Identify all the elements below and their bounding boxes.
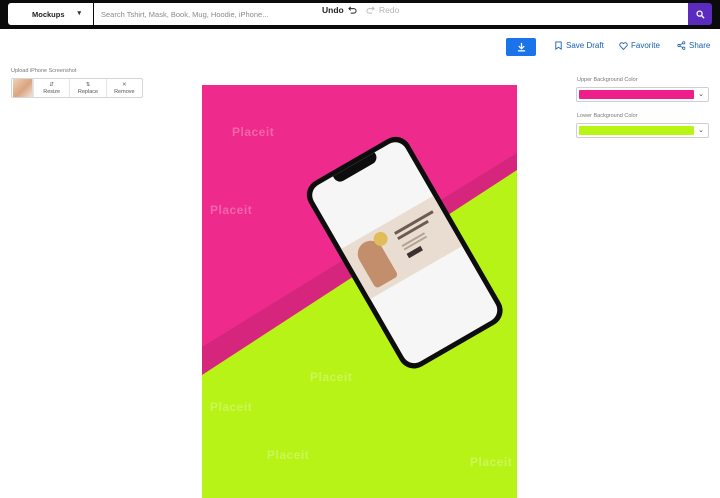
lower-color-label: Lower Background Color (577, 113, 638, 119)
category-select[interactable]: Mockups ▾ (8, 3, 93, 25)
remove-label: Remove (114, 88, 135, 95)
lower-color-select[interactable]: ⌄ (576, 123, 709, 138)
save-icon (555, 41, 562, 50)
save-draft-button[interactable]: Save Draft (554, 41, 604, 50)
heart-icon (619, 41, 628, 50)
chevron-down-icon: ⌄ (698, 127, 704, 134)
search-icon (695, 9, 705, 19)
watermark: Placeit (232, 125, 275, 139)
remove-button[interactable]: ✕ Remove (105, 79, 142, 97)
screenshot-thumbnail[interactable] (13, 79, 33, 97)
watermark: Placeit (210, 203, 253, 217)
favorite-button[interactable]: Favorite (619, 41, 660, 50)
upload-label: Upload iPhone Screenshot (11, 68, 77, 74)
banner-text-lines (394, 210, 447, 259)
undo-label: Undo (322, 5, 344, 15)
share-label: Share (689, 41, 711, 50)
download-icon (517, 42, 525, 52)
replace-button[interactable]: ⇅ Replace (69, 79, 105, 97)
save-draft-label: Save Draft (566, 41, 604, 50)
share-icon (677, 41, 686, 50)
category-label: Mockups (32, 9, 65, 19)
upper-color-swatch (579, 90, 694, 99)
resize-icon: ⇵ (49, 81, 54, 88)
redo-icon (366, 6, 375, 14)
chevron-down-icon: ▾ (77, 10, 81, 17)
watermark: Placeit (470, 455, 513, 469)
replace-icon: ⇅ (85, 81, 91, 88)
search-button[interactable] (688, 3, 712, 25)
chevron-down-icon: ⌄ (698, 91, 704, 98)
watermark: Placeit (210, 400, 253, 414)
watermark: Placeit (267, 448, 310, 462)
favorite-label: Favorite (631, 41, 660, 50)
share-button[interactable]: Share (677, 41, 710, 50)
upper-color-label: Upper Background Color (577, 77, 638, 83)
download-button[interactable] (506, 38, 536, 56)
upload-panel: ⇵ Resize ⇅ Replace ✕ Remove (11, 78, 143, 98)
redo-button[interactable]: Redo (366, 5, 399, 15)
resize-button[interactable]: ⇵ Resize (33, 79, 69, 97)
undo-button[interactable]: Undo (322, 5, 357, 15)
upper-color-select[interactable]: ⌄ (576, 87, 709, 102)
watermark: Placeit (310, 370, 353, 384)
trash-icon: ✕ (122, 81, 127, 88)
replace-label: Replace (77, 88, 99, 95)
lower-color-swatch (579, 126, 694, 135)
redo-label: Redo (379, 5, 400, 15)
resize-label: Resize (43, 88, 61, 95)
undo-icon (347, 6, 357, 14)
top-bar: Mockups ▾ (0, 0, 720, 29)
